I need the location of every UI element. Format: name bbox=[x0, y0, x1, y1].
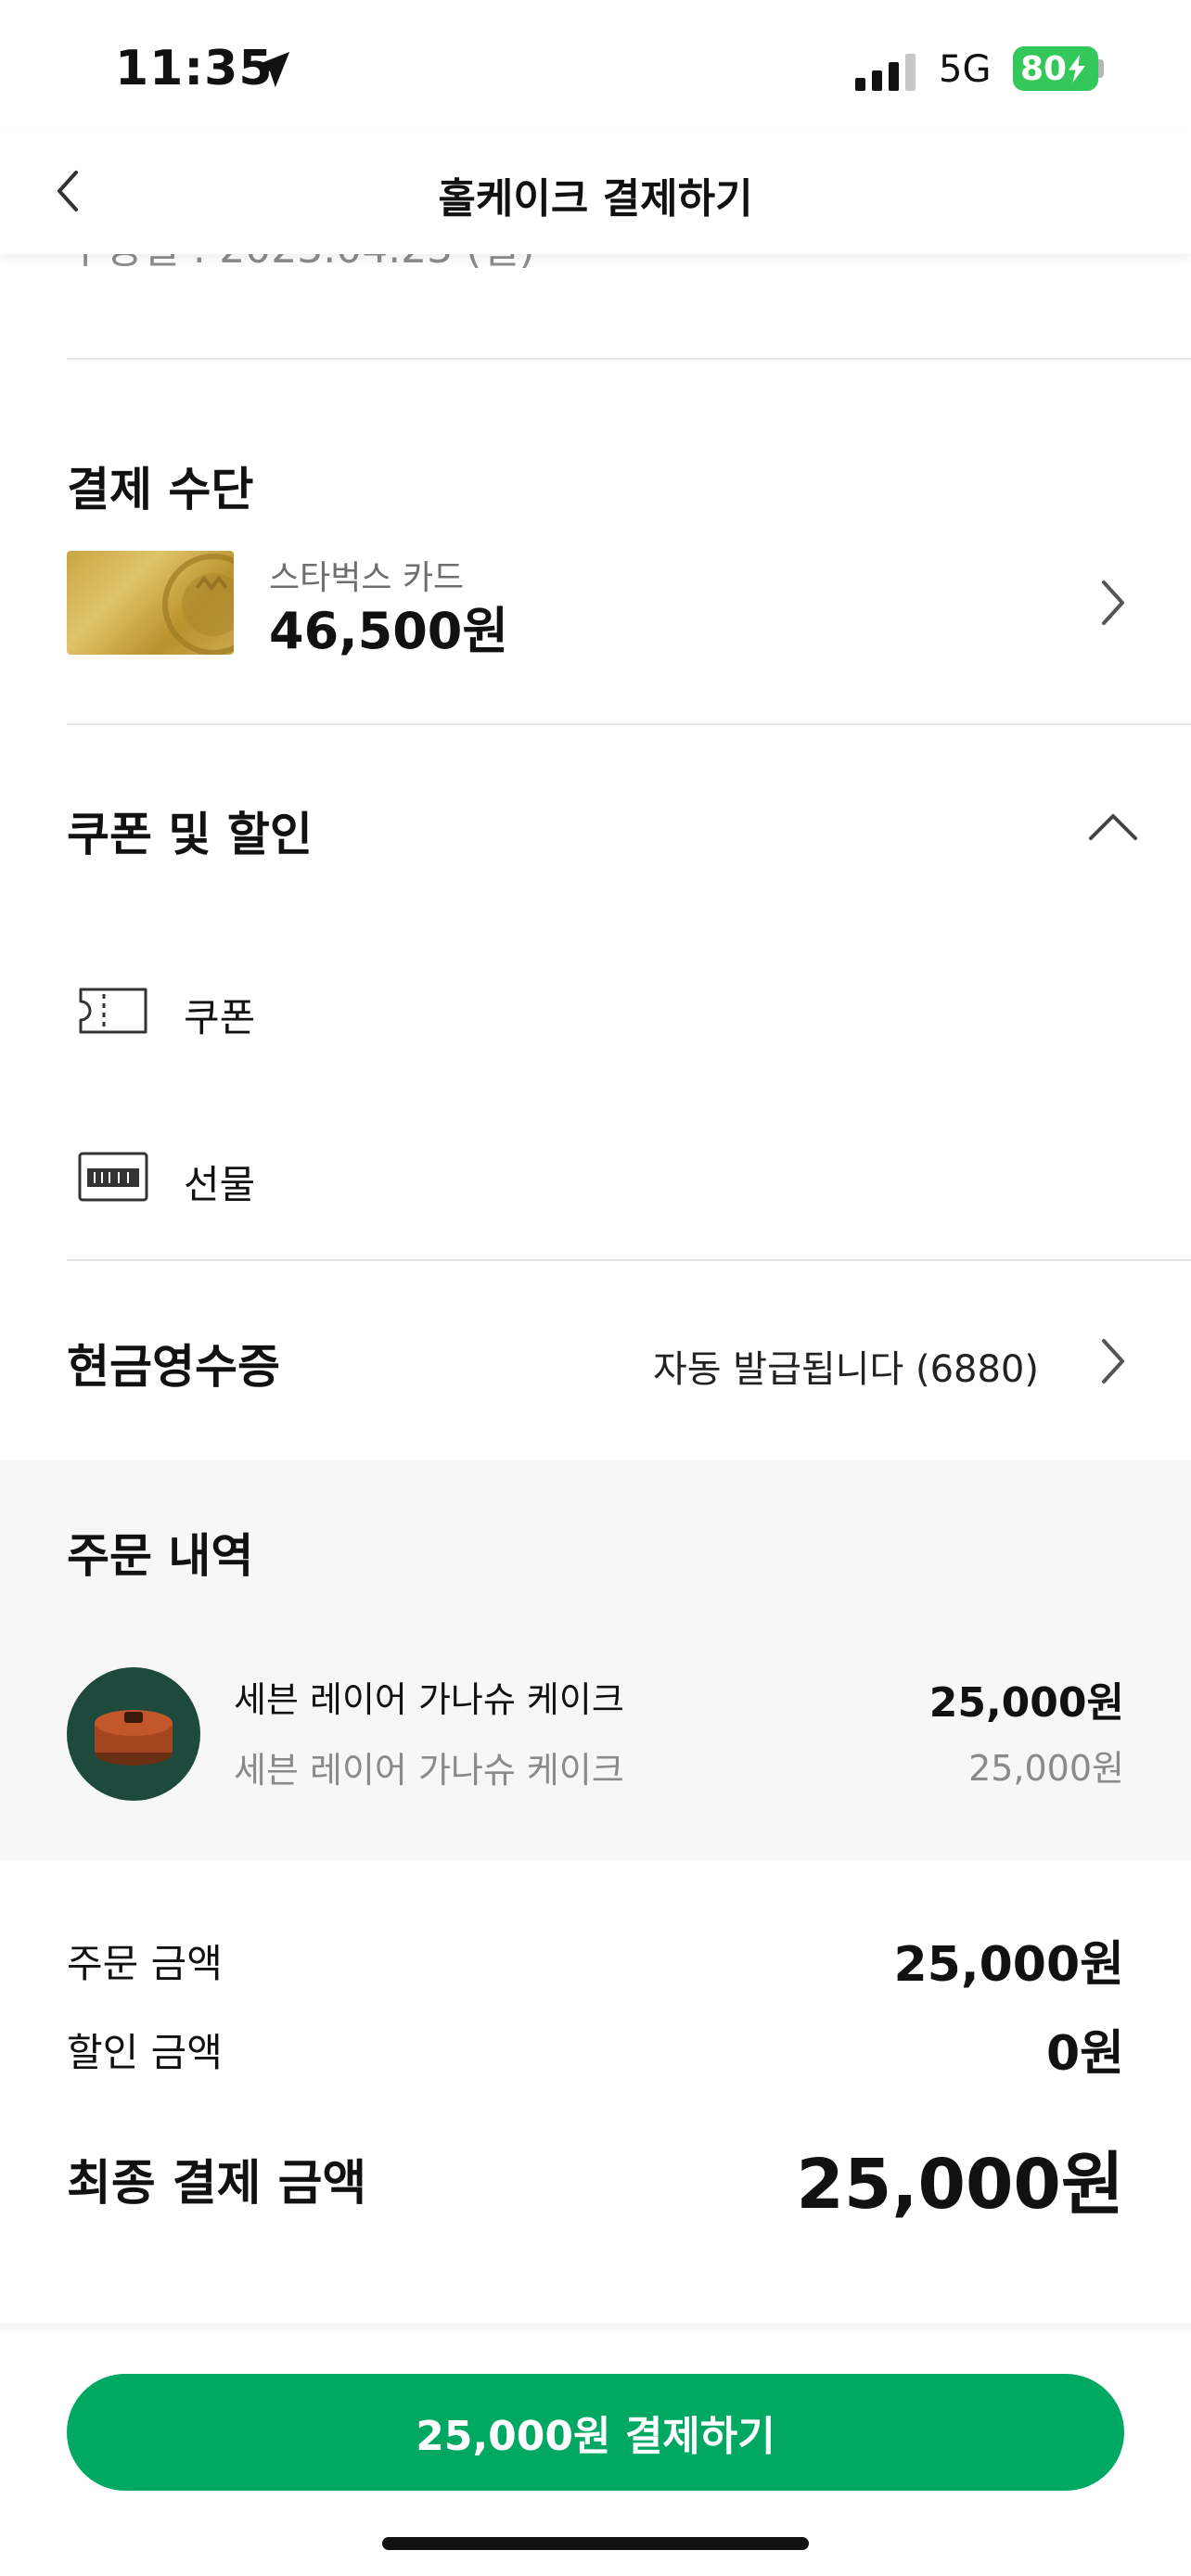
battery-indicator: 80 bbox=[1013, 46, 1098, 91]
starbucks-card-image bbox=[67, 551, 234, 655]
discount-amount-value: 0원 bbox=[1045, 2026, 1124, 2082]
home-indicator[interactable] bbox=[382, 2537, 809, 2550]
pay-button[interactable]: 25,000원 결제하기 bbox=[67, 2374, 1124, 2491]
divider bbox=[67, 358, 1191, 360]
gift-label: 선물 bbox=[184, 1162, 256, 1207]
coupon-row[interactable]: 쿠폰 bbox=[67, 964, 1124, 1057]
charging-bolt-icon bbox=[1069, 55, 1086, 83]
card-balance: 46,500원 bbox=[269, 602, 509, 660]
product-price: 25,000원 bbox=[928, 1679, 1124, 1727]
siren-logo-icon bbox=[162, 554, 234, 655]
order-amount-value: 25,000원 bbox=[893, 1937, 1124, 1993]
status-time: 11:35 bbox=[115, 41, 274, 96]
coupon-label: 쿠폰 bbox=[184, 995, 256, 1040]
payment-method-title: 결제 수단 bbox=[67, 463, 254, 516]
navigation-bar: 홀케이크 결제하기 bbox=[0, 130, 1191, 254]
divider bbox=[67, 723, 1191, 725]
chevron-right-icon[interactable] bbox=[1095, 575, 1132, 631]
order-amount-label: 주문 금액 bbox=[67, 1941, 223, 1986]
location-arrow-icon bbox=[253, 51, 290, 88]
network-type: 5G bbox=[939, 48, 992, 91]
product-subprice: 25,000원 bbox=[968, 1748, 1124, 1789]
product-image bbox=[67, 1667, 200, 1801]
battery-level: 80 bbox=[1020, 49, 1068, 88]
chevron-up-icon[interactable] bbox=[1085, 809, 1141, 846]
order-title: 주문 내역 bbox=[67, 1529, 254, 1583]
bottom-bar-shadow bbox=[0, 2324, 1191, 2335]
gift-card-icon bbox=[78, 1152, 148, 1202]
chevron-right-icon bbox=[1102, 1339, 1124, 1384]
gift-row[interactable]: 선물 bbox=[67, 1131, 1124, 1224]
product-name: 세븐 레이어 가나슈 케이크 bbox=[234, 1679, 624, 1720]
cash-receipt-title: 현금영수증 bbox=[67, 1340, 280, 1394]
battery-cap bbox=[1098, 59, 1104, 78]
divider bbox=[67, 1259, 1191, 1261]
cash-receipt-row[interactable]: 현금영수증 자동 발급됩니다 (6880) bbox=[0, 1270, 1191, 1456]
discount-amount-label: 할인 금액 bbox=[67, 2030, 223, 2075]
coupon-section-title[interactable]: 쿠폰 및 할인 bbox=[67, 797, 313, 864]
final-amount-value: 25,000원 bbox=[796, 2145, 1124, 2225]
cake-image-icon bbox=[95, 1710, 173, 1766]
product-option: 세븐 레이어 가나슈 케이크 bbox=[234, 1750, 624, 1791]
cash-receipt-status: 자동 발급됩니다 (6880) bbox=[652, 1348, 1039, 1391]
final-amount-label: 최종 결제 금액 bbox=[67, 2156, 367, 2212]
page-title: 홀케이크 결제하기 bbox=[438, 175, 753, 223]
cellular-signal-icon bbox=[855, 54, 916, 91]
ticket-icon bbox=[79, 988, 147, 1034]
